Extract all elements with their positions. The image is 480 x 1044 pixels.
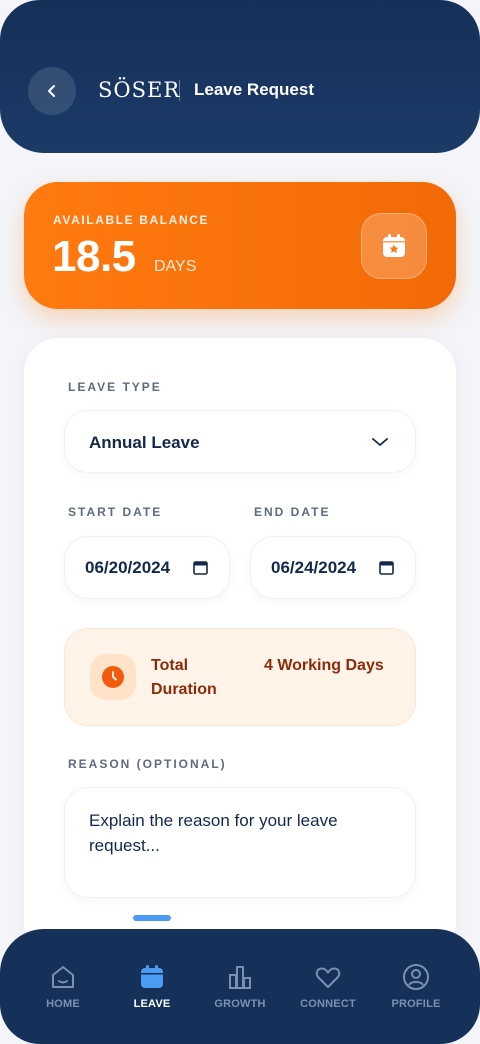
available-balance-card: AVAILABLE BALANCE 18.5 DAYS xyxy=(24,182,456,309)
end-date-field[interactable]: 06/24/2024 xyxy=(250,536,416,599)
balance-value: 18.5 xyxy=(52,232,136,281)
balance-unit: DAYS xyxy=(154,258,197,275)
app-header: SÖSER Leave Request xyxy=(0,0,480,153)
calendar-star-icon xyxy=(361,213,427,279)
clock-icon xyxy=(90,654,136,700)
nav-label-growth: GROWTH xyxy=(214,998,266,1010)
nav-item-growth[interactable]: GROWTH xyxy=(200,962,280,1010)
end-date-value: 06/24/2024 xyxy=(271,558,357,577)
nav-label-leave: LEAVE xyxy=(133,998,171,1010)
leave-type-label: LEAVE TYPE xyxy=(68,380,162,394)
reason-textarea[interactable]: Explain the reason for your leave reques… xyxy=(64,787,416,898)
leave-type-value: Annual Leave xyxy=(89,433,200,452)
brand-logo: SÖSER xyxy=(98,78,181,102)
nav-item-connect[interactable]: CONNECT xyxy=(288,962,368,1010)
duration-value: 4 Working Days xyxy=(264,657,384,674)
nav-item-profile[interactable]: PROFILE xyxy=(376,962,456,1010)
home-icon xyxy=(23,962,103,992)
nav-item-home[interactable]: HOME xyxy=(23,962,103,1010)
nav-label-profile: PROFILE xyxy=(391,998,441,1010)
page-title: Leave Request xyxy=(194,80,314,99)
duration-label: Total Duration xyxy=(151,657,217,698)
bottom-navigation: HOME LEAVE GROWTH CONNECT PROFILE xyxy=(0,929,480,1044)
start-date-value: 06/20/2024 xyxy=(85,558,171,577)
nav-label-connect: CONNECT xyxy=(300,998,356,1010)
reason-label: REASON (OPTIONAL) xyxy=(68,757,227,771)
nav-item-leave[interactable]: LEAVE xyxy=(112,962,192,1010)
start-date-label: START DATE xyxy=(68,505,163,519)
balance-label: AVAILABLE BALANCE xyxy=(53,213,210,227)
back-button[interactable] xyxy=(28,67,76,115)
calendar-icon[interactable] xyxy=(379,560,394,575)
leave-form-card: LEAVE TYPE Annual Leave START DATE END D… xyxy=(24,338,456,958)
chevron-down-icon xyxy=(372,438,388,446)
calendar-icon xyxy=(112,962,192,992)
active-tab-indicator xyxy=(133,915,171,921)
heart-icon xyxy=(288,962,368,992)
user-icon xyxy=(376,962,456,992)
total-duration-panel: Total Duration 4 Working Days xyxy=(64,628,416,726)
chevron-left-icon xyxy=(48,85,55,97)
nav-label-home: HOME xyxy=(46,998,80,1010)
bar-chart-icon xyxy=(200,962,280,992)
reason-placeholder: Explain the reason for your leave reques… xyxy=(89,811,338,855)
start-date-field[interactable]: 06/20/2024 xyxy=(64,536,230,599)
calendar-icon[interactable] xyxy=(193,560,208,575)
leave-type-select[interactable]: Annual Leave xyxy=(64,410,416,473)
header-divider xyxy=(179,80,180,101)
end-date-label: END DATE xyxy=(254,505,331,519)
